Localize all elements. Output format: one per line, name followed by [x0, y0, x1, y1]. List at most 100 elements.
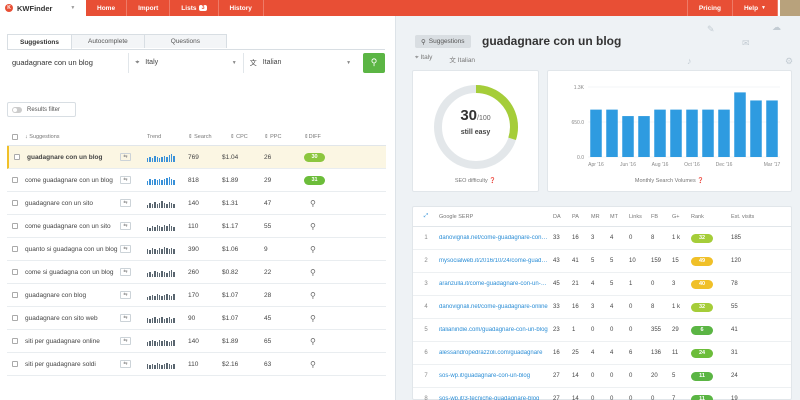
serp-url-link[interactable]: danovignali.net/come-guadagnare-con-un-b… — [439, 235, 553, 241]
serp-col-fb[interactable]: FB — [651, 214, 672, 220]
serp-col-da[interactable]: DA — [553, 214, 572, 220]
serp-url-link[interactable]: sos-wp.it/3-tecniche-guadagnare-blog — [439, 396, 553, 400]
keyword-cell[interactable]: come guadagnare con un blog — [22, 176, 120, 185]
serp-col-gplus[interactable]: G+ — [672, 214, 691, 220]
row-checkbox[interactable] — [13, 154, 20, 160]
copy-icon[interactable]: ⇆ — [120, 153, 131, 161]
table-row[interactable]: guadagnare con sito web ⇆ 90 $1.07 45 ⚲ — [7, 307, 386, 330]
volume-bar[interactable] — [734, 92, 746, 157]
header-cpc[interactable]: ⇕ CPC — [222, 134, 264, 140]
language-select[interactable]: 文 Italian ▼ — [242, 52, 357, 73]
serp-col-mt[interactable]: MT — [610, 214, 629, 220]
table-row[interactable]: quanto si guadagna con un blog ⇆ 390 $1.… — [7, 238, 386, 261]
location-select[interactable]: ⌖ Italy ▼ — [128, 52, 242, 73]
volume-bar[interactable] — [670, 109, 682, 157]
header-suggestions[interactable]: ↓ Suggestions — [22, 133, 142, 142]
serp-col-pa[interactable]: PA — [572, 214, 591, 220]
row-checkbox[interactable] — [11, 246, 18, 252]
header-ppc[interactable]: ⇕ PPC — [264, 134, 304, 140]
search-icon[interactable]: ⚲ — [304, 337, 316, 346]
help-icon[interactable]: ❓ — [489, 178, 496, 184]
search-icon[interactable]: ⚲ — [304, 245, 316, 254]
serp-url-link[interactable]: danovignali.net/come-guadagnare-online — [439, 304, 553, 310]
header-search[interactable]: ⇕ Search — [188, 134, 222, 140]
volume-bar[interactable] — [622, 116, 634, 157]
search-icon[interactable]: ⚲ — [304, 222, 316, 231]
search-icon[interactable]: ⚲ — [304, 314, 316, 323]
serp-col-visits[interactable]: Est. visits — [731, 214, 757, 220]
nav-lists[interactable]: Lists 3 — [170, 0, 219, 16]
header-trend[interactable]: Trend — [142, 134, 188, 140]
table-row[interactable]: siti per guadagnare soldi ⇆ 110 $2.16 63… — [7, 353, 386, 376]
expand-icon[interactable]: ⤢ — [413, 213, 439, 220]
table-row[interactable]: come si guadagna con un blog ⇆ 260 $0.82… — [7, 261, 386, 284]
copy-icon[interactable]: ⇆ — [120, 268, 131, 276]
keyword-cell[interactable]: come guadagnare con un sito — [22, 222, 120, 231]
volume-bar[interactable] — [654, 109, 666, 157]
serp-url-link[interactable]: mysocialweb.it/2016/10/24/come-guadagnar… — [439, 258, 553, 264]
copy-icon[interactable]: ⇆ — [120, 291, 131, 299]
help-icon[interactable]: ❓ — [697, 178, 704, 184]
table-row[interactable]: guadagnare con un blog ⇆ 769 $1.04 26 30 — [7, 146, 386, 169]
copy-icon[interactable]: ⇆ — [120, 245, 131, 253]
volume-bar[interactable] — [718, 109, 730, 157]
table-row[interactable]: guadagnare con blog ⇆ 170 $1.07 28 ⚲ — [7, 284, 386, 307]
table-row[interactable]: guadagnare con un sito ⇆ 140 $1.31 47 ⚲ — [7, 192, 386, 215]
copy-icon[interactable]: ⇆ — [120, 176, 131, 184]
row-checkbox[interactable] — [11, 338, 18, 344]
search-icon[interactable]: ⚲ — [304, 199, 316, 208]
serp-url-link[interactable]: aranzulla.it/come-guadagnare-con-un-blog — [439, 281, 553, 287]
keyword-cell[interactable]: guadagnare con blog — [22, 291, 120, 300]
copy-icon[interactable]: ⇆ — [120, 222, 131, 230]
results-filter-button[interactable]: Results filter — [7, 102, 76, 117]
row-checkbox[interactable] — [11, 361, 18, 367]
nav-help[interactable]: Help ▼ — [733, 0, 778, 16]
volume-bar[interactable] — [702, 109, 714, 157]
row-checkbox[interactable] — [11, 292, 18, 298]
header-diff[interactable]: ⇕ DIFF — [304, 134, 344, 140]
volume-bar[interactable] — [638, 116, 650, 157]
serp-col-mr[interactable]: MR — [591, 214, 610, 220]
keyword-cell[interactable]: siti per guadagnare online — [22, 337, 120, 346]
nav-import[interactable]: Import — [127, 0, 171, 16]
keyword-cell[interactable]: quanto si guadagna con un blog — [22, 245, 120, 254]
serp-col-links[interactable]: Links — [629, 214, 651, 220]
volume-bar[interactable] — [590, 109, 602, 157]
search-icon[interactable]: ⚲ — [304, 360, 316, 369]
app-logo[interactable]: K KWFinder ▼ — [0, 0, 86, 16]
row-checkbox[interactable] — [11, 200, 18, 206]
serp-col-google[interactable]: Google SERP — [439, 214, 553, 220]
row-checkbox[interactable] — [11, 177, 18, 183]
keyword-input[interactable] — [7, 50, 129, 75]
volume-bar[interactable] — [606, 109, 618, 157]
nav-pricing[interactable]: Pricing — [686, 0, 733, 16]
select-all-checkbox[interactable] — [11, 134, 18, 140]
serp-url-link[interactable]: italianindie.com/guadagnare-con-un-blog — [439, 327, 553, 333]
search-icon[interactable]: ⚲ — [304, 268, 316, 277]
serp-url-link[interactable]: alessandropedrazzoli.com/guadagnare — [439, 350, 553, 356]
keyword-cell[interactable]: guadagnare con un sito — [22, 199, 120, 208]
serp-url-link[interactable]: sos-wp.it/guadagnare-con-un-blog — [439, 373, 553, 379]
copy-icon[interactable]: ⇆ — [120, 199, 131, 207]
suggestions-tag[interactable]: ⚲ Suggestions — [415, 35, 471, 48]
volume-bar[interactable] — [766, 100, 778, 157]
tab-suggestions[interactable]: Suggestions — [7, 34, 73, 49]
tab-questions[interactable]: Questions — [143, 34, 228, 48]
table-row[interactable]: come guadagnare con un sito ⇆ 110 $1.17 … — [7, 215, 386, 238]
serp-col-rank[interactable]: Rank — [691, 214, 731, 220]
nav-history[interactable]: History — [219, 0, 264, 16]
volume-bar[interactable] — [750, 100, 762, 157]
volume-bar[interactable] — [686, 109, 698, 157]
row-checkbox[interactable] — [11, 315, 18, 321]
table-row[interactable]: siti per guadagnare online ⇆ 140 $1.89 6… — [7, 330, 386, 353]
tab-autocomplete[interactable]: Autocomplete — [71, 34, 145, 48]
nav-home[interactable]: Home — [86, 0, 128, 16]
copy-icon[interactable]: ⇆ — [120, 360, 131, 368]
copy-icon[interactable]: ⇆ — [120, 314, 131, 322]
row-checkbox[interactable] — [11, 269, 18, 275]
keyword-cell[interactable]: come si guadagna con un blog — [22, 268, 120, 277]
keyword-cell[interactable]: siti per guadagnare soldi — [22, 360, 120, 369]
copy-icon[interactable]: ⇆ — [120, 337, 131, 345]
avatar[interactable] — [778, 0, 800, 16]
search-icon[interactable]: ⚲ — [304, 291, 316, 300]
